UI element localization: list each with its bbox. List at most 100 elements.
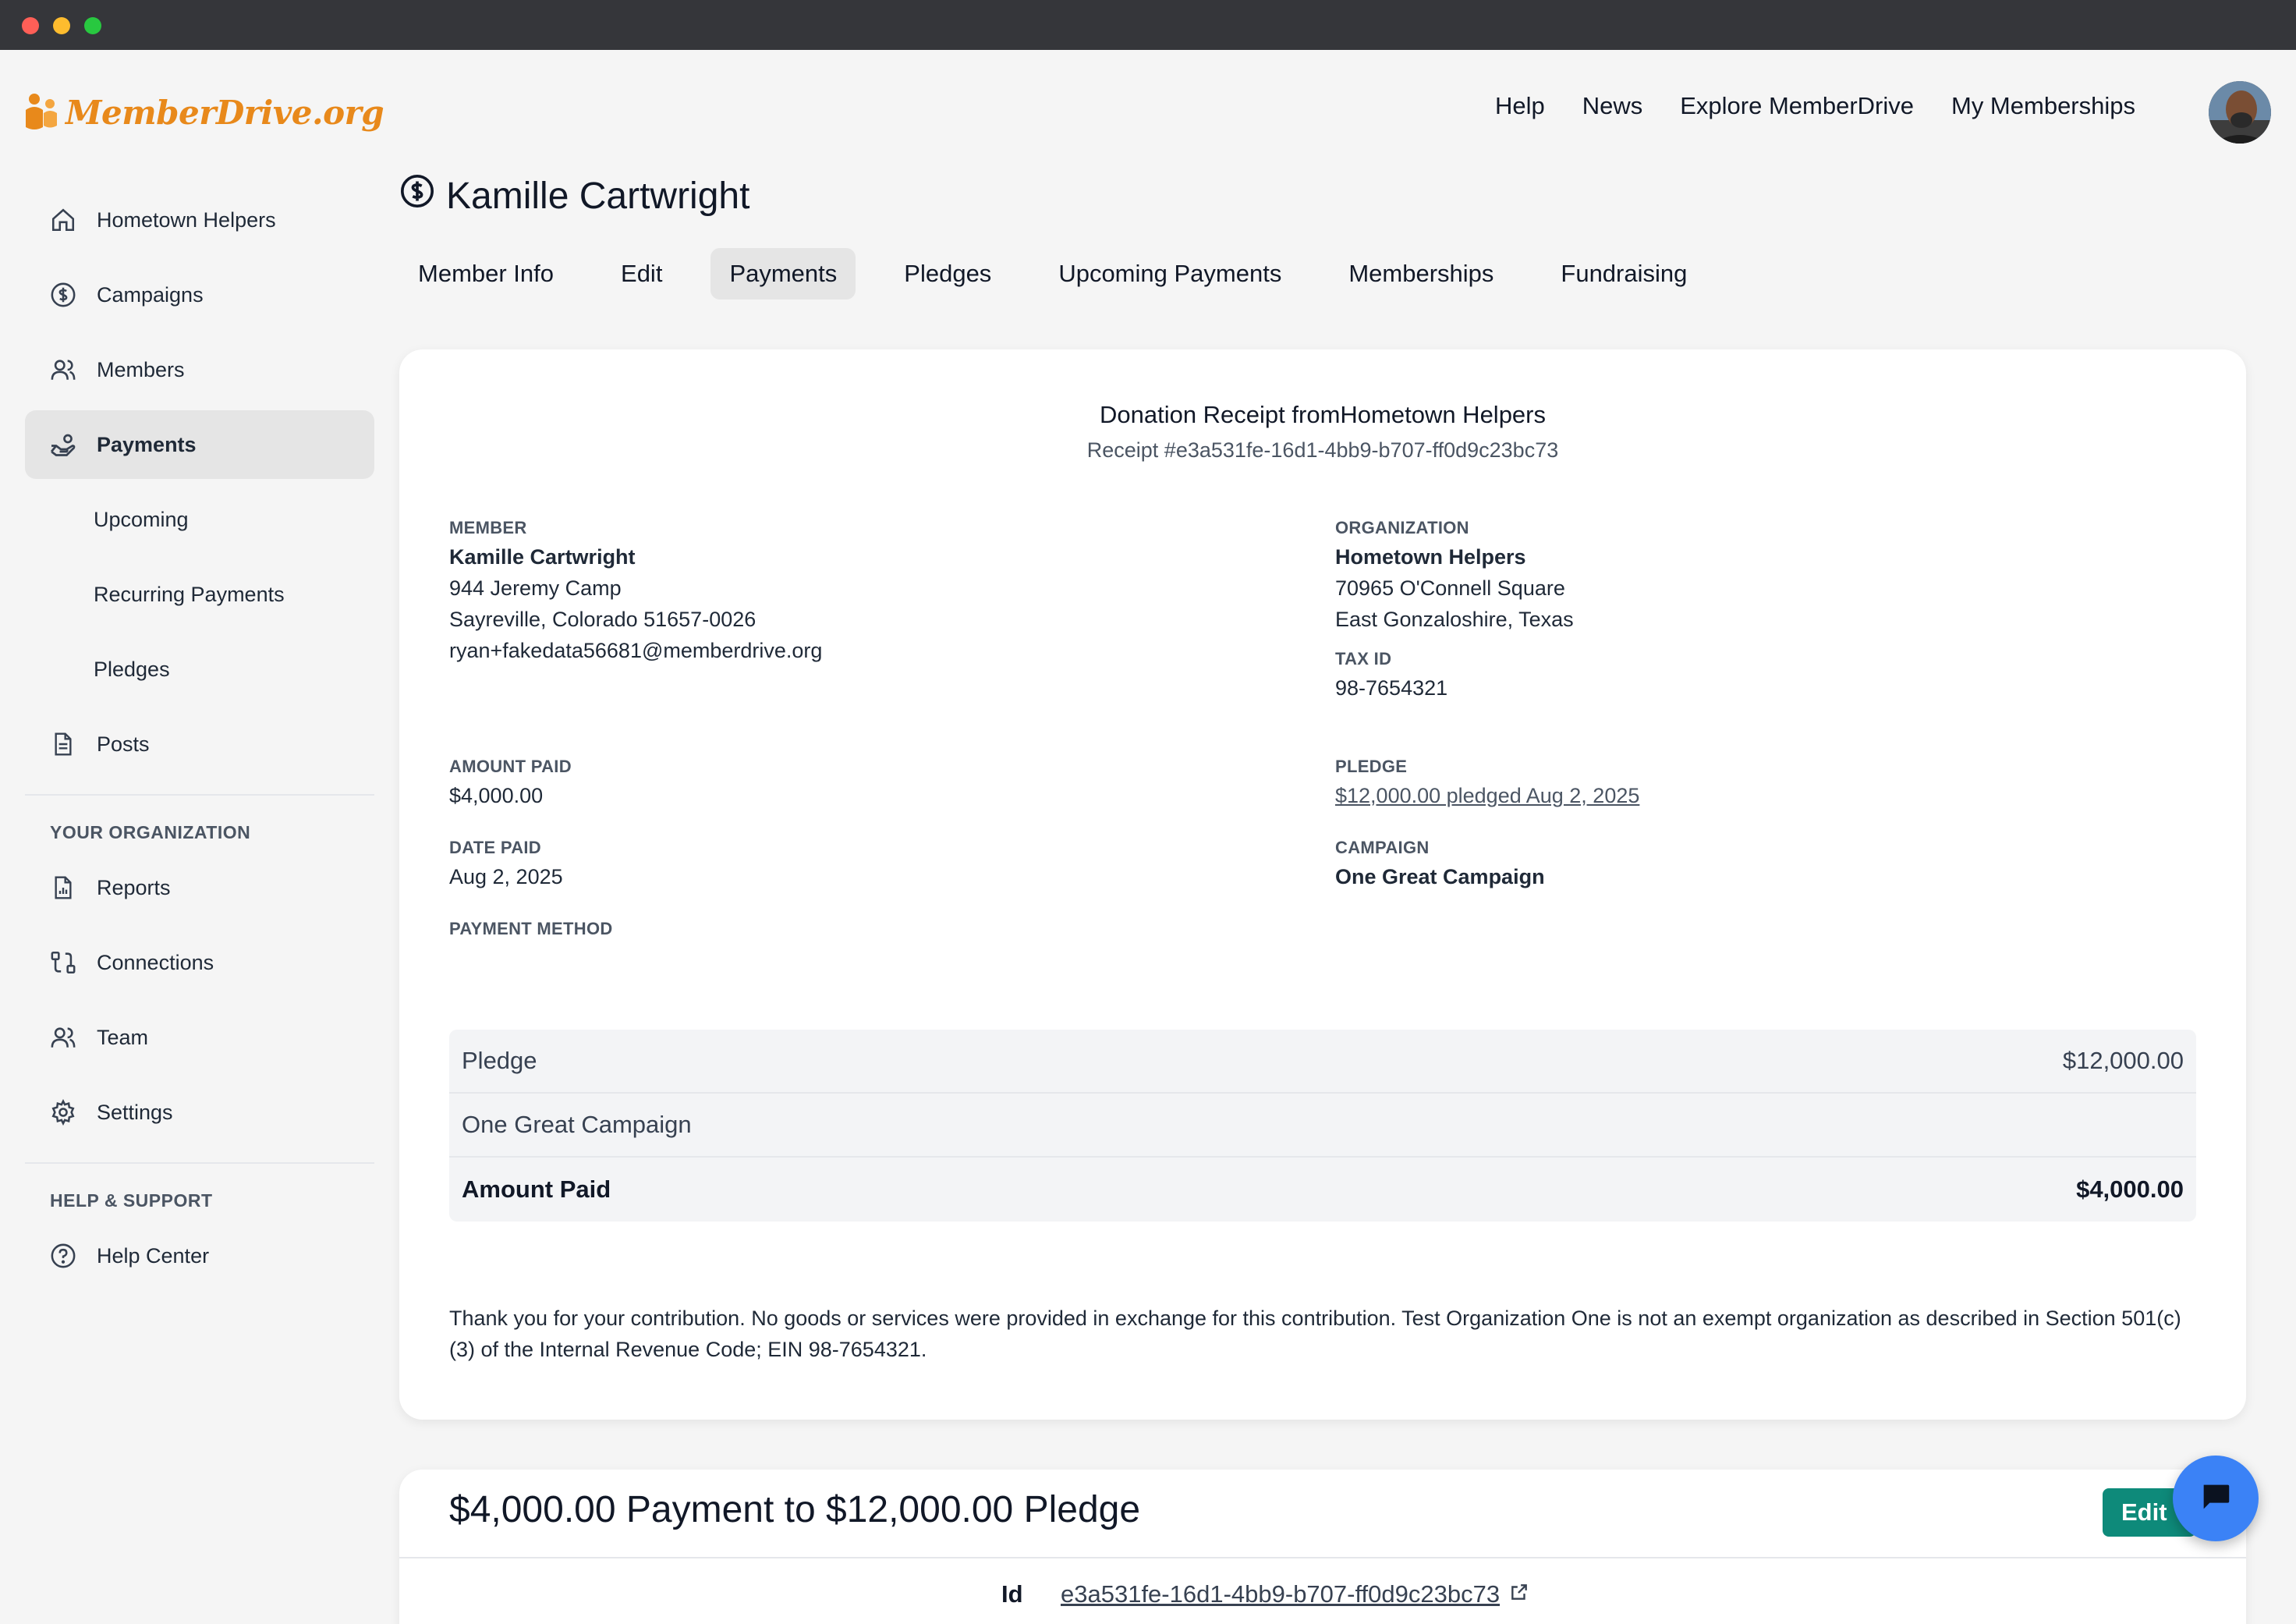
tax-id-label: TAX ID [1335,649,1392,668]
sidebar-item-posts[interactable]: Posts [25,710,374,778]
receipt-summary-table: Pledge $12,000.00 One Great Campaign Amo… [449,1030,2196,1222]
sidebar-divider [25,794,374,796]
sidebar-item-settings[interactable]: Settings [25,1078,374,1147]
avatar-photo [2209,81,2271,144]
zoom-window-icon[interactable] [84,17,101,34]
sidebar-item-pledges[interactable]: Pledges [25,635,374,704]
window-titlebar [0,0,2296,50]
nav-news[interactable]: News [1582,92,1643,120]
sidebar-item-label: Posts [97,732,150,756]
sidebar-item-reports[interactable]: Reports [25,853,374,922]
sidebar-item-payments[interactable]: Payments [25,410,374,479]
member-label: MEMBER [449,518,527,537]
sidebar-item-recurring-payments[interactable]: Recurring Payments [25,560,374,629]
date-paid-value: Aug 2, 2025 [449,865,563,888]
sidebar-item-hometown-helpers[interactable]: Hometown Helpers [25,186,374,254]
summary-row-pledge: Pledge $12,000.00 [449,1030,2196,1094]
receipt-number: Receipt #e3a531fe-16d1-4bb9-b707-ff0d9c2… [1086,438,1559,462]
tax-id-value: 98-7654321 [1335,676,1448,700]
chat-launcher-button[interactable] [2173,1456,2259,1541]
sidebar-item-label: Campaigns [97,282,204,307]
summary-row-amount-paid: Amount Paid $4,000.00 [449,1158,2196,1222]
amount-paid-label: AMOUNT PAID [449,757,572,776]
member-address-line1: 944 Jeremy Camp [449,576,622,600]
member-name: Kamille Cartwright [449,545,636,569]
sidebar: Hometown Helpers Campaigns Members Payme… [25,186,374,1296]
payment-detail-title: $4,000.00 Payment to $12,000.00 Pledge [449,1489,1141,1530]
summary-row-campaign: One Great Campaign [449,1094,2196,1158]
sidebar-item-label: Reports [97,875,171,899]
users-icon [48,355,78,385]
sidebar-item-label: Team [97,1025,149,1049]
receipt-thank-you-note: Thank you for your contribution. No good… [449,1307,2181,1361]
top-navigation: Help News Explore MemberDrive My Members… [1495,87,2135,125]
nav-my-memberships[interactable]: My Memberships [1951,92,2135,120]
hand-coins-icon [48,430,78,459]
nav-help[interactable]: Help [1495,92,1545,120]
amount-paid-value: $4,000.00 [449,784,544,807]
sidebar-item-label: Hometown Helpers [97,207,276,232]
payment-id-link[interactable]: e3a531fe-16d1-4bb9-b707-ff0d9c23bc73 [1061,1580,1529,1608]
user-avatar[interactable] [2209,81,2271,144]
logo-people-icon [26,94,57,129]
sidebar-item-campaigns[interactable]: Campaigns [25,261,374,329]
tab-pledges[interactable]: Pledges [885,248,1010,300]
sidebar-item-connections[interactable]: Connections [25,928,374,997]
nav-explore[interactable]: Explore MemberDrive [1680,92,1914,120]
page-title: Kamille Cartwright [399,173,749,218]
sidebar-item-label: Members [97,357,185,381]
summary-row-value: $4,000.00 [2076,1175,2184,1203]
minimize-window-icon[interactable] [53,17,70,34]
member-tabs: Member Info Edit Payments Pledges Upcomi… [399,248,1727,300]
gear-icon [48,1097,78,1127]
sidebar-item-label: Pledges [94,657,170,681]
sidebar-item-label: Settings [97,1100,173,1124]
sidebar-item-members[interactable]: Members [25,335,374,404]
chat-icon [2198,1479,2234,1519]
dollar-circle-icon [48,280,78,310]
sidebar-section-your-organization: YOUR ORGANIZATION [50,821,251,842]
summary-row-label: One Great Campaign [462,1111,692,1138]
organization-label: ORGANIZATION [1335,518,1469,537]
sidebar-item-upcoming[interactable]: Upcoming [25,485,374,554]
brand-logo[interactable]: MemberDrive.org [23,87,384,137]
sidebar-item-help-center[interactable]: Help Center [25,1222,374,1290]
page-title-text: Kamille Cartwright [446,175,750,217]
connections-icon [48,948,78,977]
sidebar-item-team[interactable]: Team [25,1003,374,1072]
team-icon [48,1023,78,1052]
organization-address-line2: East Gonzaloshire, Texas [1335,608,1574,631]
sidebar-item-label: Connections [97,950,214,974]
close-window-icon[interactable] [22,17,39,34]
tab-edit[interactable]: Edit [602,248,681,300]
date-paid-label: DATE PAID [449,838,541,857]
pledge-link[interactable]: $12,000.00 pledged Aug 2, 2025 [1335,780,1639,811]
tab-memberships[interactable]: Memberships [1330,248,1512,300]
payment-method-label: PAYMENT METHOD [449,919,613,938]
report-icon [48,873,78,902]
campaign-value: One Great Campaign [1335,865,1545,888]
sidebar-divider [25,1162,374,1164]
external-link-icon [1509,1580,1529,1608]
card-divider [399,1557,2246,1558]
donation-receipt-card: Donation Receipt fromHometown Helpers Re… [399,349,2246,1420]
organization-address-line1: 70965 O'Connell Square [1335,576,1565,600]
sidebar-section-help-support: HELP & SUPPORT [50,1190,213,1211]
sidebar-item-label: Help Center [97,1243,210,1268]
dollar-circle-icon [399,173,435,218]
tab-fundraising[interactable]: Fundraising [1542,248,1706,300]
home-icon [48,205,78,235]
tab-payments[interactable]: Payments [710,248,856,300]
sidebar-item-label: Upcoming [94,507,189,531]
sidebar-item-label: Recurring Payments [94,582,285,606]
member-email: ryan+fakedata56681@memberdrive.org [449,639,823,662]
receipt-title: Donation Receipt fromHometown Helpers [1099,401,1547,428]
organization-name: Hometown Helpers [1335,545,1526,569]
question-circle-icon [48,1241,78,1271]
tab-member-info[interactable]: Member Info [399,248,572,300]
member-address-line2: Sayreville, Colorado 51657-0026 [449,608,756,631]
summary-row-label: Amount Paid [462,1175,611,1203]
summary-row-value: $12,000.00 [2062,1047,2184,1074]
tab-upcoming-payments[interactable]: Upcoming Payments [1040,248,1300,300]
payment-detail-card: $4,000.00 Payment to $12,000.00 Pledge E… [399,1470,2246,1624]
